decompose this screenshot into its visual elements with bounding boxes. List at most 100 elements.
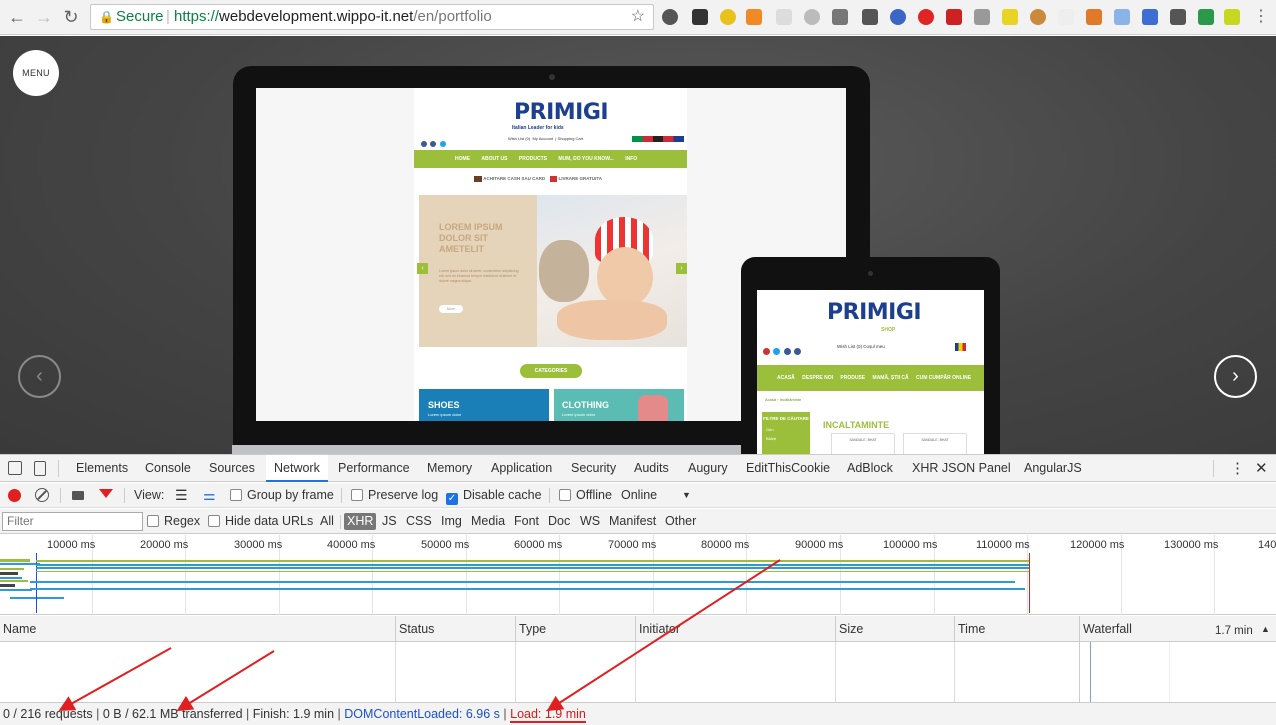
column-divider xyxy=(954,642,955,702)
extension-square-icon[interactable] xyxy=(832,9,848,25)
overview-icon[interactable]: ⚌ xyxy=(203,483,216,508)
request-bar xyxy=(0,572,18,575)
disable-cache-checkbox[interactable]: ✓ Disable cache xyxy=(446,483,542,508)
filter-type-css[interactable]: CSS xyxy=(406,509,432,534)
tab-audits[interactable]: Audits xyxy=(634,455,669,482)
extension-angular-icon[interactable] xyxy=(862,9,878,25)
extension-pipes-icon[interactable] xyxy=(1086,9,1102,25)
categories-button[interactable]: CATEGORIES xyxy=(520,364,582,378)
filter-type-manifest[interactable]: Manifest xyxy=(609,509,656,534)
tick-label: 130000 ms xyxy=(1164,539,1219,551)
column-divider xyxy=(1169,642,1170,702)
large-rows-icon[interactable]: ☰ xyxy=(175,483,188,508)
extension-coin-icon[interactable] xyxy=(720,9,736,25)
extension-cors-icon[interactable] xyxy=(1198,9,1214,25)
extension-a-icon[interactable] xyxy=(804,9,820,25)
portfolio-slider: MENU ‹ › PRIMIGI Italian Leader for kids… xyxy=(0,36,1276,454)
filter-type-xhr[interactable]: XHR xyxy=(344,513,377,530)
tab-performance[interactable]: Performance xyxy=(338,455,410,482)
hero-next-arrow[interactable]: › xyxy=(676,263,687,274)
hero-prev-arrow[interactable]: ‹ xyxy=(417,263,428,274)
column-time[interactable]: Time xyxy=(954,616,985,642)
offline-checkbox[interactable]: Offline xyxy=(559,483,612,508)
tick-label: 10000 ms xyxy=(47,539,96,551)
forward-icon[interactable]: → xyxy=(33,6,55,28)
column-initiator[interactable]: Initiator xyxy=(635,616,680,642)
extension-r-icon[interactable] xyxy=(1114,9,1130,25)
throttling-select[interactable]: Online ▼ xyxy=(621,483,691,508)
column-type[interactable]: Type xyxy=(515,616,546,642)
tab-editthiscookie[interactable]: EditThisCookie xyxy=(746,455,830,482)
tablet-site-links: Wish List (0) Coșul meu xyxy=(837,344,885,349)
filter-type-all[interactable]: All xyxy=(320,509,334,534)
extension-json-icon[interactable] xyxy=(1058,9,1074,25)
extension-blank-icon[interactable] xyxy=(776,9,792,25)
filter-type-other[interactable]: Other xyxy=(665,509,696,534)
extension-bug-icon[interactable] xyxy=(662,9,678,25)
tab-memory[interactable]: Memory xyxy=(427,455,472,482)
network-overview[interactable]: 10000 ms 20000 ms 30000 ms 40000 ms 5000… xyxy=(0,535,1276,615)
filter-type-doc[interactable]: Doc xyxy=(548,509,570,534)
extension-opera-icon[interactable] xyxy=(918,9,934,25)
filter-type-font[interactable]: Font xyxy=(514,509,539,534)
devtools-menu-icon[interactable]: ⋮ xyxy=(1230,455,1245,482)
request-bar xyxy=(0,577,22,579)
extension-chart-icon[interactable] xyxy=(746,9,762,25)
extension-code-icon[interactable] xyxy=(1170,9,1186,25)
hero-more-button[interactable]: More xyxy=(439,305,463,313)
device-toolbar-icon[interactable] xyxy=(34,461,46,476)
record-icon[interactable] xyxy=(8,489,21,502)
column-waterfall[interactable]: Waterfall 1.7 min ▲ xyxy=(1079,616,1276,642)
capture-screenshots-icon[interactable] xyxy=(72,491,84,500)
tab-angularjs[interactable]: AngularJS xyxy=(1024,455,1082,482)
hide-data-urls-checkbox[interactable]: Hide data URLs xyxy=(208,509,313,534)
regex-checkbox[interactable]: Regex xyxy=(147,509,200,534)
tile-clothing[interactable]: CLOTHING Lorem ipsum dolor xyxy=(554,389,684,421)
filter-icon[interactable] xyxy=(99,489,113,498)
back-icon[interactable]: ← xyxy=(6,6,28,28)
filter-type-js[interactable]: JS xyxy=(382,509,397,534)
column-name[interactable]: Name xyxy=(0,616,36,642)
extension-file-icon[interactable] xyxy=(1142,9,1158,25)
tab-adblock[interactable]: AdBlock xyxy=(847,455,893,482)
filter-type-ws[interactable]: WS xyxy=(580,509,600,534)
tab-console[interactable]: Console xyxy=(145,455,191,482)
address-bar[interactable]: 🔒 Secure | https://webdevelopment.wippo-… xyxy=(90,4,654,30)
inspect-element-icon[interactable] xyxy=(8,461,22,475)
tab-sources[interactable]: Sources xyxy=(209,455,255,482)
tab-network[interactable]: Network xyxy=(266,455,328,482)
tablet-product-card[interactable]: SANDALE, BHAT xyxy=(903,433,967,454)
browser-menu-icon[interactable]: ⋮ xyxy=(1250,6,1272,28)
bookmark-star-icon[interactable]: ☆ xyxy=(631,5,645,29)
column-size[interactable]: Size xyxy=(835,616,863,642)
menu-button[interactable]: MENU xyxy=(13,50,59,96)
browser-toolbar: ← → ↻ 🔒 Secure | https://webdevelopment.… xyxy=(0,0,1276,35)
extension-eyedropper-icon[interactable] xyxy=(1002,9,1018,25)
tile-shoes[interactable]: SHOES Lorem ipsum dolor xyxy=(419,389,549,421)
preserve-log-checkbox[interactable]: Preserve log xyxy=(351,483,438,508)
filter-input[interactable]: Filter xyxy=(2,512,143,531)
extension-n-icon[interactable] xyxy=(1224,9,1240,25)
site-nav: HOME ABOUT US PRODUCTS MUM, DO YOU KNOW.… xyxy=(414,150,687,168)
tab-elements[interactable]: Elements xyxy=(76,455,128,482)
tab-xhr-json-panel[interactable]: XHR JSON Panel xyxy=(912,455,1011,482)
extension-moon-icon[interactable] xyxy=(890,9,906,25)
reload-icon[interactable]: ↻ xyxy=(60,6,82,28)
tablet-product-card[interactable]: SANDALE, BHAT xyxy=(831,433,895,454)
close-devtools-icon[interactable]: ✕ xyxy=(1255,455,1268,482)
group-by-frame-checkbox[interactable]: Group by frame xyxy=(230,483,334,508)
extension-mask-icon[interactable] xyxy=(692,9,708,25)
column-status[interactable]: Status xyxy=(395,616,434,642)
tab-application[interactable]: Application xyxy=(491,455,552,482)
devtools-tabbar: Elements Console Sources Network Perform… xyxy=(0,455,1276,482)
tab-augury[interactable]: Augury xyxy=(688,455,728,482)
extension-cookie-icon[interactable] xyxy=(1030,9,1046,25)
tab-security[interactable]: Security xyxy=(571,455,616,482)
extension-x-icon[interactable] xyxy=(974,9,990,25)
filter-type-img[interactable]: Img xyxy=(441,509,462,534)
next-slide-button[interactable]: › xyxy=(1214,355,1257,398)
prev-slide-button[interactable]: ‹ xyxy=(18,355,61,398)
clear-icon[interactable] xyxy=(35,488,49,502)
filter-type-media[interactable]: Media xyxy=(471,509,505,534)
extension-red-icon[interactable] xyxy=(946,9,962,25)
